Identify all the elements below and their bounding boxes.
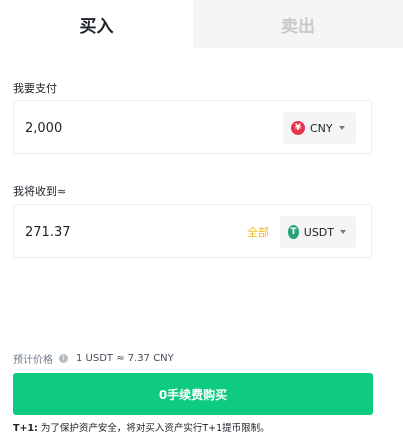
usdt-coin-icon: T (288, 225, 299, 239)
estimated-price-row: 预计价格 i 1 USDT ≈ 7.37 CNY (13, 351, 174, 366)
t1-notice-lead: T+1: (13, 423, 38, 434)
pay-currency-code: CNY (310, 121, 333, 135)
buy-button[interactable]: 0手续费购买 (13, 373, 373, 415)
pay-amount-field[interactable]: 2,000 ¥ CNY (13, 100, 372, 154)
pay-currency-selector[interactable]: ¥ CNY (283, 112, 356, 144)
chevron-down-icon (338, 126, 345, 130)
tab-sell[interactable]: 卖出 (193, 0, 403, 48)
estimated-price-value: 1 USDT ≈ 7.37 CNY (76, 352, 174, 364)
estimated-price-label: 预计价格 (13, 354, 53, 366)
pay-label: 我要支付 (13, 82, 57, 95)
trade-tabs: 买入 卖出 (0, 0, 403, 48)
info-icon[interactable]: i (59, 353, 68, 363)
tab-buy[interactable]: 买入 (0, 0, 193, 48)
t1-notice-text: 为了保护资产安全，将对买入资产实行T+1提币限制。 (37, 423, 270, 434)
chevron-down-icon (340, 230, 346, 234)
pay-amount-value[interactable]: 2,000 (25, 101, 62, 155)
all-amount-link[interactable]: 全部 (247, 205, 269, 259)
t1-notice: T+1: 为了保护资产安全，将对买入资产实行T+1提币限制。 (13, 420, 270, 434)
receive-amount-value[interactable]: 271.37 (25, 205, 71, 259)
receive-currency-selector[interactable]: T USDT (280, 216, 356, 248)
cny-coin-icon: ¥ (291, 121, 305, 135)
receive-label: 我将收到≈ (13, 185, 67, 198)
receive-amount-field[interactable]: 271.37 全部 T USDT (13, 204, 372, 258)
receive-currency-code: USDT (303, 225, 334, 239)
